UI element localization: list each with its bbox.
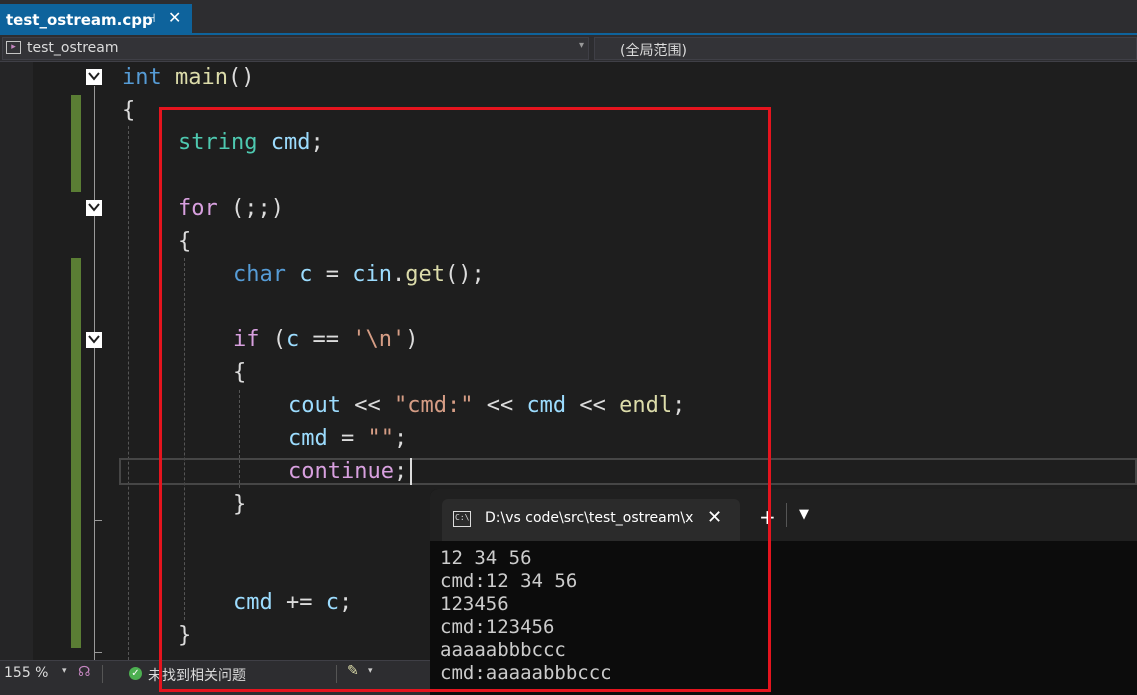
- change-marker: [71, 258, 81, 648]
- collapse-toggle-main[interactable]: [86, 69, 102, 85]
- collapse-icon: [88, 335, 100, 344]
- close-icon[interactable]: ✕: [168, 8, 181, 27]
- zoom-level[interactable]: 155 %: [4, 665, 48, 681]
- project-dropdown[interactable]: ▸ test_ostream ▾: [2, 37, 589, 60]
- collapse-toggle-for[interactable]: [86, 200, 102, 216]
- indent-guide: [128, 126, 129, 660]
- token: (): [227, 65, 255, 90]
- tab-filename: test_ostream.cpp: [6, 10, 153, 29]
- separator: [102, 665, 103, 683]
- token: {: [122, 98, 136, 123]
- separator: [786, 503, 787, 527]
- scope-label: (全局范围): [620, 43, 687, 59]
- token: int: [122, 65, 162, 90]
- chevron-down-icon[interactable]: ▼: [799, 507, 809, 522]
- highlight-annotation-box: [159, 107, 771, 692]
- fold-end: [94, 652, 102, 653]
- editor-gutter: [0, 62, 33, 660]
- collapse-toggle-if[interactable]: [86, 332, 102, 348]
- copilot-icon[interactable]: ☊: [78, 664, 90, 680]
- collapse-icon: [88, 203, 100, 212]
- navigation-bar: ▸ test_ostream ▾ (全局范围): [0, 35, 1137, 62]
- document-tab-bar: test_ostream.cpp ⊣ ✕: [0, 0, 1137, 35]
- collapse-icon: [88, 72, 100, 81]
- code-line-1[interactable]: int main(): [122, 61, 254, 94]
- chevron-down-icon: ▾: [578, 40, 584, 51]
- change-marker: [71, 95, 81, 192]
- tab-test-ostream-cpp[interactable]: test_ostream.cpp ⊣ ✕: [0, 4, 192, 35]
- scope-dropdown[interactable]: (全局范围): [594, 37, 1137, 60]
- code-line-2[interactable]: {: [122, 94, 135, 127]
- chevron-down-icon[interactable]: ▾: [62, 666, 67, 676]
- fold-line: [94, 86, 95, 660]
- no-issues-icon: ✓: [129, 667, 142, 680]
- project-icon: ▸: [6, 41, 21, 54]
- pin-icon[interactable]: ⊣: [145, 11, 155, 25]
- token: main: [175, 65, 228, 90]
- fold-end: [94, 520, 102, 521]
- project-label: test_ostream: [27, 40, 119, 56]
